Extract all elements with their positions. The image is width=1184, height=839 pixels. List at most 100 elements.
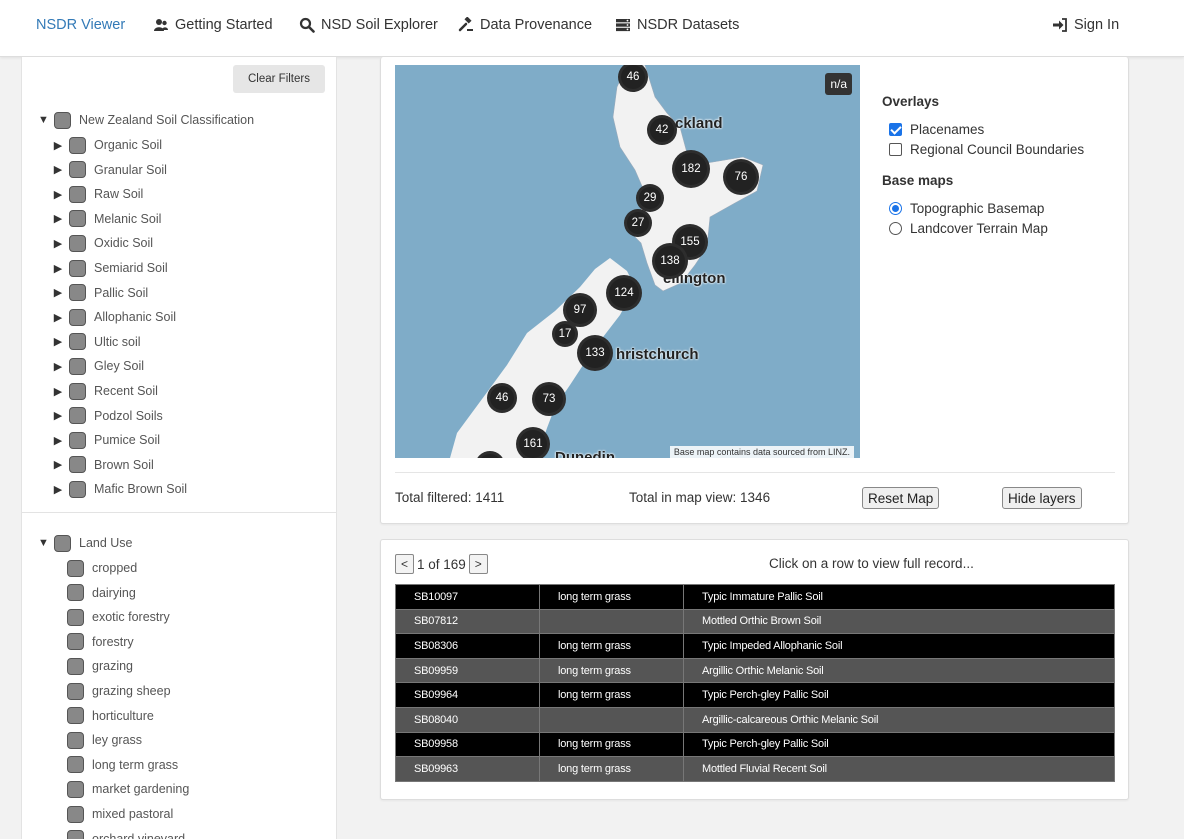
tree-checkbox[interactable] [69,357,86,375]
tree-checkbox[interactable] [69,456,86,474]
topographic-radio[interactable] [889,202,902,215]
tree-checkbox[interactable] [67,780,84,798]
caret-right-icon[interactable]: ▶ [53,385,63,398]
caret-right-icon[interactable]: ▶ [53,139,63,152]
tree-checkbox[interactable] [54,111,71,129]
cluster-marker[interactable]: 73 [532,382,566,416]
na-badge[interactable]: n/a [825,73,852,95]
tree-node-soil-class[interactable]: ▶ Melanic Soil [53,209,161,229]
tree-checkbox[interactable] [69,185,86,203]
cluster-marker[interactable]: 124 [606,275,642,311]
caret-right-icon[interactable]: ▶ [53,286,63,299]
tree-checkbox[interactable] [69,480,86,498]
tree-node-land-use-item[interactable]: horticulture [67,706,154,726]
regional-boundaries-checkbox[interactable] [889,143,902,156]
tree-node-land-use-item[interactable]: cropped [67,558,137,578]
overlay-regional-boundaries[interactable]: Regional Council Boundaries [889,142,1084,157]
table-row[interactable]: SB09964 long term grass Typic Perch-gley P… [395,682,1115,708]
tree-checkbox[interactable] [69,407,86,425]
tree-node-soil-class[interactable]: ▶ Podzol Soils [53,406,163,426]
tree-node-land-use[interactable]: ▼ Land Use [38,533,133,553]
table-row[interactable]: SB09959 long term grass Argillic Orthic Me… [395,657,1115,684]
tree-node-soil-class[interactable]: ▶ Allophanic Soil [53,307,176,327]
tree-checkbox[interactable] [67,559,84,577]
nav-nsdr-datasets[interactable]: NSDR Datasets [615,17,739,33]
tree-node-soil-class[interactable]: ▶ Mafic Brown Soil [53,479,187,499]
nav-getting-started[interactable]: Getting Started [153,17,273,33]
nav-soil-explorer[interactable]: NSD Soil Explorer [299,17,438,33]
tree-checkbox[interactable] [69,431,86,449]
tree-checkbox[interactable] [67,707,84,725]
tree-checkbox[interactable] [54,534,71,552]
tree-node-soil-class[interactable]: ▶ Ultic soil [53,332,141,352]
tree-node-soil-class[interactable]: ▶ Pumice Soil [53,430,160,450]
tree-node-land-use-item[interactable]: market gardening [67,779,189,799]
clear-filters-button[interactable]: Clear Filters [233,65,325,93]
tree-checkbox[interactable] [67,756,84,774]
tree-node-land-use-item[interactable]: forestry [67,632,134,652]
cluster-marker[interactable]: 42 [647,115,677,145]
cluster-marker[interactable]: 46 [487,383,517,413]
cluster-marker[interactable]: 161 [516,427,550,458]
table-row[interactable]: SB07812 Mottled Orthic Brown Soil [395,608,1115,635]
tree-node-soil-class[interactable]: ▶ Organic Soil [53,135,162,155]
tree-node-soil-class[interactable]: ▶ Gley Soil [53,356,144,376]
tree-node-land-use-item[interactable]: grazing sheep [67,681,171,701]
caret-right-icon[interactable]: ▶ [53,360,63,373]
caret-right-icon[interactable]: ▶ [53,434,63,447]
caret-down-icon[interactable]: ▼ [38,114,49,126]
cluster-marker[interactable]: 138 [652,243,688,279]
cluster-marker[interactable]: 29 [636,184,664,212]
tree-checkbox[interactable] [69,234,86,252]
tree-checkbox[interactable] [67,584,84,602]
cluster-marker[interactable]: 182 [672,150,710,188]
table-row[interactable]: SB08306 long term grass Typic Impeded Allo… [395,633,1115,659]
tree-checkbox[interactable] [69,284,86,302]
basemap-topographic[interactable]: Topographic Basemap [889,201,1044,216]
placenames-checkbox[interactable] [889,123,902,136]
tree-checkbox[interactable] [67,830,84,839]
tree-node-soil-class[interactable]: ▶ Brown Soil [53,455,154,475]
tree-node-land-use-item[interactable]: ley grass [67,730,142,750]
tree-node-soil-class[interactable]: ▶ Granular Soil [53,160,167,180]
caret-right-icon[interactable]: ▶ [53,335,63,348]
caret-right-icon[interactable]: ▶ [53,409,63,422]
cluster-marker[interactable]: 27 [624,209,652,237]
tree-checkbox[interactable] [69,308,86,326]
caret-right-icon[interactable]: ▶ [53,483,63,496]
tree-checkbox[interactable] [69,210,86,228]
tree-checkbox[interactable] [67,608,84,626]
table-row[interactable]: SB08040 Argillic-calcareous Orthic Melani… [395,706,1115,733]
nav-data-provenance[interactable]: Data Provenance [458,17,592,33]
soil-map[interactable]: ckland ellington hristchurch Dunedin 46 4… [395,65,860,458]
tree-node-soil-class[interactable]: ▶ Oxidic Soil [53,233,153,253]
caret-right-icon[interactable]: ▶ [53,458,63,471]
tree-checkbox[interactable] [67,731,84,749]
cluster-marker[interactable]: 76 [723,159,759,195]
tree-checkbox[interactable] [69,161,86,179]
tree-node-land-use-item[interactable]: mixed pastoral [67,804,173,824]
tree-checkbox[interactable] [69,382,86,400]
tree-checkbox[interactable] [67,682,84,700]
table-row[interactable]: SB10097 long term grass Typic Immature Pal… [395,584,1115,610]
tree-checkbox[interactable] [69,136,86,154]
sign-in-link[interactable]: Sign In [1052,17,1119,33]
tree-checkbox[interactable] [69,333,86,351]
tree-checkbox[interactable] [67,633,84,651]
basemap-landcover[interactable]: Landcover Terrain Map [889,221,1048,236]
tree-node-land-use-item[interactable]: orchard vineyard [67,829,185,839]
tree-node-soil-class[interactable]: ▶ Recent Soil [53,381,158,401]
tree-node-soil-class[interactable]: ▶ Semiarid Soil [53,258,168,278]
caret-right-icon[interactable]: ▶ [53,237,63,250]
caret-right-icon[interactable]: ▶ [53,188,63,201]
caret-right-icon[interactable]: ▶ [53,212,63,225]
table-row[interactable]: SB09963 long term grass Mottled Fluvial Re… [395,756,1115,782]
tree-node-land-use-item[interactable]: grazing [67,656,133,676]
tree-checkbox[interactable] [67,805,84,823]
caret-down-icon[interactable]: ▼ [38,537,49,549]
cluster-marker[interactable]: 133 [577,335,613,371]
reset-map-button[interactable]: Reset Map [862,487,940,509]
brand-link[interactable]: NSDR Viewer [36,17,125,33]
tree-node-soil-class[interactable]: ▶ Raw Soil [53,184,143,204]
prev-page-button[interactable]: < [395,554,414,574]
